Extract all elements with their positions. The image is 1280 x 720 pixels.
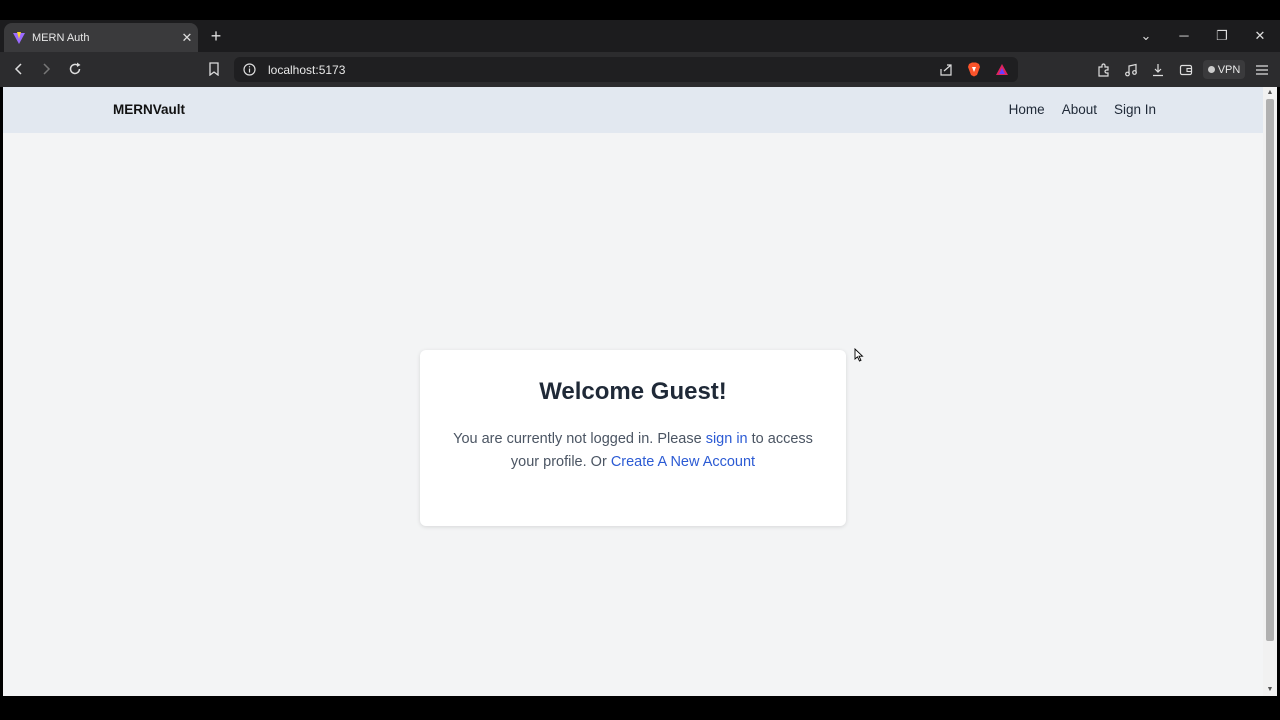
welcome-title: Welcome Guest! <box>539 378 727 405</box>
menu-icon[interactable] <box>1252 60 1272 80</box>
signin-link[interactable]: sign in <box>706 431 748 447</box>
brave-rewards-icon[interactable] <box>990 60 1014 80</box>
back-icon[interactable] <box>9 59 29 79</box>
mouse-cursor-icon <box>854 347 866 362</box>
page-scrollbar[interactable]: ▲ ▼ <box>1263 87 1277 696</box>
tab-search-chevron-icon[interactable]: ⌄ <box>1134 28 1158 44</box>
site-brand[interactable]: MERNVault <box>113 102 185 117</box>
minimize-icon[interactable]: ─ <box>1172 28 1196 43</box>
vpn-status-icon <box>1207 66 1215 73</box>
bookmark-icon[interactable] <box>204 59 224 79</box>
site-nav: Home About Sign In <box>1009 102 1156 117</box>
share-icon[interactable] <box>934 60 958 80</box>
window-close-icon[interactable]: ✕ <box>1248 28 1272 44</box>
brave-shields-icon[interactable] <box>962 60 986 80</box>
restore-icon[interactable]: ❐ <box>1210 28 1234 44</box>
site-info-icon[interactable] <box>242 63 256 77</box>
screen-bottom-bar <box>0 696 1280 720</box>
message-text-start: You are currently not logged in. Please <box>453 431 706 447</box>
scroll-up-icon[interactable]: ▲ <box>1266 89 1274 97</box>
download-icon[interactable] <box>1148 60 1168 80</box>
reload-icon[interactable] <box>65 59 85 79</box>
welcome-card: Welcome Guest! You are currently not log… <box>420 350 846 526</box>
vpn-button[interactable]: VPN <box>1203 60 1245 79</box>
browser-toolbar: localhost:5173 VPN <box>0 52 1280 87</box>
new-tab-icon[interactable]: + <box>206 26 226 46</box>
wallet-icon[interactable] <box>1176 60 1196 80</box>
vite-icon <box>12 31 26 45</box>
url-text: localhost:5173 <box>268 62 346 77</box>
nav-home-link[interactable]: Home <box>1009 102 1045 117</box>
browser-tab-strip: MERN Auth ✕ + ⌄ ─ ❐ ✕ <box>0 20 1280 52</box>
forward-icon[interactable] <box>36 59 56 79</box>
extensions-icon[interactable] <box>1093 60 1113 80</box>
site-header: MERNVault Home About Sign In <box>3 87 1263 133</box>
vpn-label: VPN <box>1217 63 1241 76</box>
nav-signin-link[interactable]: Sign In <box>1114 102 1156 117</box>
welcome-message: You are currently not logged in. Please … <box>446 428 820 474</box>
scroll-down-icon[interactable]: ▼ <box>1266 686 1274 694</box>
browser-tab[interactable]: MERN Auth ✕ <box>4 23 198 52</box>
address-bar[interactable]: localhost:5173 <box>234 57 1018 82</box>
media-icon[interactable] <box>1121 60 1141 80</box>
page-viewport: MERNVault Home About Sign In Welcome Gue… <box>3 87 1263 696</box>
nav-about-link[interactable]: About <box>1062 102 1097 117</box>
scroll-thumb[interactable] <box>1266 99 1274 641</box>
close-tab-icon[interactable]: ✕ <box>176 30 198 46</box>
tab-title: MERN Auth <box>32 31 90 44</box>
create-account-link[interactable]: Create A New Account <box>611 454 755 470</box>
